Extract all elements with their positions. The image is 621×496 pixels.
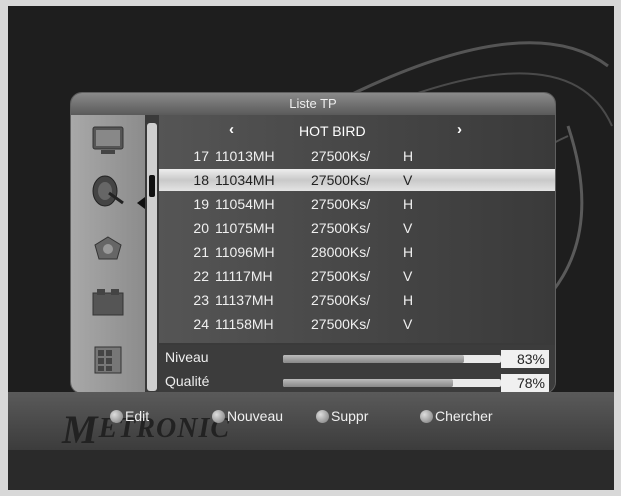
niveau-label: Niveau <box>165 349 209 365</box>
niveau-bar-fill <box>283 355 464 363</box>
transponder-row[interactable]: 19 11054MH 27500Ks/H <box>159 193 555 215</box>
bottom-strip <box>8 450 614 490</box>
row-pol: H <box>403 196 414 212</box>
yellow-key-icon <box>316 410 329 423</box>
qualite-bar <box>283 379 501 387</box>
signal-meters: Niveau 83% Qualité 78% <box>159 345 555 393</box>
suppr-button[interactable]: Suppr <box>316 408 368 424</box>
row-freq: 11013MH <box>215 148 275 164</box>
row-sym: 27500Ks/ <box>311 220 371 236</box>
satellite-name: HOT BIRD <box>299 123 366 139</box>
row-sym: 27500Ks/ <box>311 196 371 212</box>
transponder-row[interactable]: 17 11013MH 27500Ks/H <box>159 145 555 167</box>
row-num: 24 <box>193 316 209 332</box>
row-sym: 27500Ks/ <box>311 292 371 308</box>
row-pol: V <box>403 172 413 188</box>
bottom-bar: METRONIC Edit Nouveau Suppr Chercher <box>8 392 614 452</box>
row-num: 23 <box>193 292 209 308</box>
network-icon[interactable] <box>87 231 129 267</box>
transponder-list-panel: Liste TP ‹ HOT BIRD › 17 11013MH 27500Ks… <box>70 92 556 394</box>
chevron-left-icon[interactable]: ‹ <box>229 121 234 138</box>
row-sym: 27500Ks/ <box>311 268 371 284</box>
green-key-icon <box>212 410 225 423</box>
list-scroll-thumb[interactable] <box>149 175 155 197</box>
transponder-row[interactable]: 18 11034MH 27500Ks/V <box>159 169 555 191</box>
niveau-bar <box>283 355 501 363</box>
tv-icon[interactable] <box>87 123 129 159</box>
row-num: 22 <box>193 268 209 284</box>
blue-key-icon <box>420 410 433 423</box>
module-icon[interactable] <box>87 285 129 321</box>
panel-title: Liste TP <box>71 93 555 115</box>
grid-icon[interactable] <box>87 341 129 377</box>
row-freq: 11137MH <box>215 292 274 308</box>
qualite-bar-fill <box>283 379 454 387</box>
tv-screen: Liste TP ‹ HOT BIRD › 17 11013MH 27500Ks… <box>8 6 614 490</box>
transponder-list: ‹ HOT BIRD › 17 11013MH 27500Ks/H 18 11034MH… <box>159 115 555 343</box>
row-num: 18 <box>193 172 209 188</box>
row-pol: H <box>403 292 414 308</box>
row-sym: 28000Ks/ <box>311 244 371 260</box>
transponder-row[interactable]: 20 11075MH 27500Ks/V <box>159 217 555 239</box>
nouveau-button[interactable]: Nouveau <box>212 408 283 424</box>
list-scrollbar[interactable] <box>147 123 157 391</box>
row-num: 17 <box>193 148 209 164</box>
row-num: 20 <box>193 220 209 236</box>
niveau-value: 83% <box>501 350 549 368</box>
row-freq: 11075MH <box>215 220 275 236</box>
red-key-icon <box>110 410 123 423</box>
qualite-label: Qualité <box>165 373 210 389</box>
row-freq: 11096MH <box>215 244 275 260</box>
row-pol: V <box>403 316 413 332</box>
row-num: 19 <box>193 196 209 212</box>
row-pol: H <box>403 244 414 260</box>
row-pol: H <box>403 148 414 164</box>
transponder-row[interactable]: 22 11117MH 27500Ks/V <box>159 265 555 287</box>
row-pol: V <box>403 268 413 284</box>
transponder-row[interactable]: 24 11158MH 27500Ks/V <box>159 313 555 335</box>
row-sym: 27500Ks/ <box>311 172 371 188</box>
chercher-button[interactable]: Chercher <box>420 408 493 424</box>
row-sym: 27500Ks/ <box>311 316 371 332</box>
satellite-dish-icon[interactable] <box>87 173 129 209</box>
transponder-row[interactable]: 21 11096MH 28000Ks/H <box>159 241 555 263</box>
transponder-row[interactable]: 23 11137MH 27500Ks/H <box>159 289 555 311</box>
row-sym: 27500Ks/ <box>311 148 371 164</box>
chevron-right-icon[interactable]: › <box>457 121 462 138</box>
row-pol: V <box>403 220 413 236</box>
row-freq: 11034MH <box>215 172 275 188</box>
selected-menu-marker-icon <box>137 197 145 209</box>
satellite-selector[interactable]: ‹ HOT BIRD › <box>159 121 555 141</box>
row-freq: 11158MH <box>215 316 274 332</box>
row-num: 21 <box>193 244 209 260</box>
qualite-value: 78% <box>501 374 549 392</box>
row-freq: 11054MH <box>215 196 275 212</box>
menu-sidebar <box>71 115 145 393</box>
edit-button[interactable]: Edit <box>110 408 149 424</box>
row-freq: 11117MH <box>215 268 273 284</box>
